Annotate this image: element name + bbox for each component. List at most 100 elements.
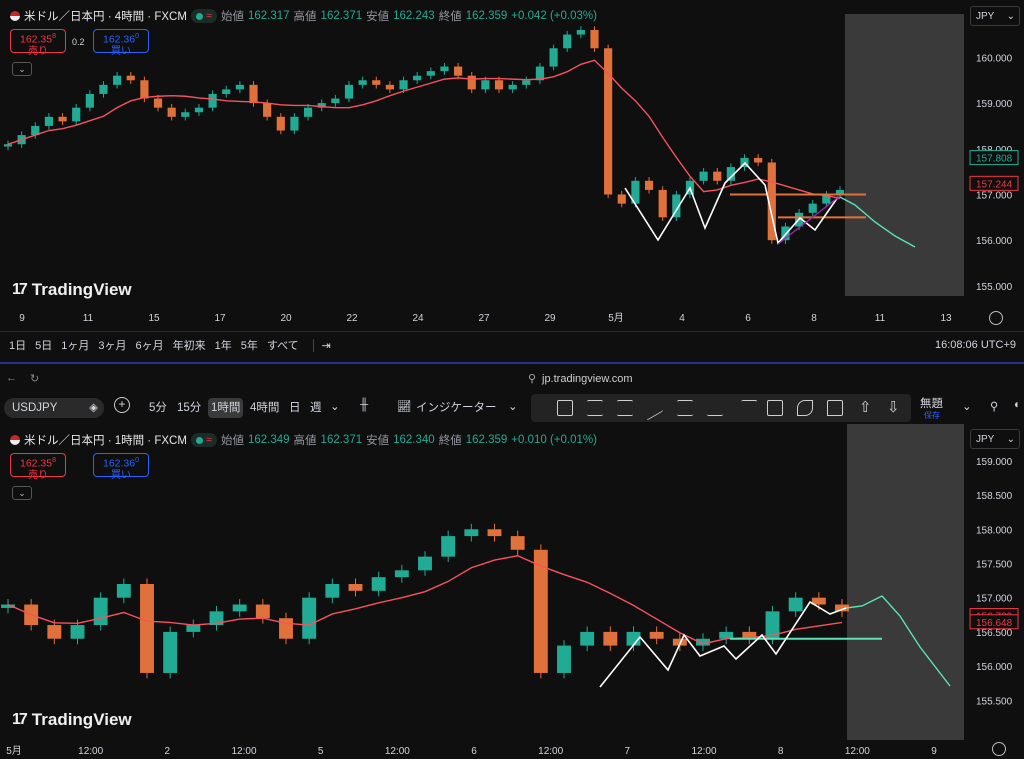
range-1m[interactable]: 1ヶ月 (61, 337, 89, 353)
top-status-pill[interactable]: ≈ (190, 9, 217, 23)
range-1y[interactable]: 1年 (215, 337, 232, 353)
bottom-collapse-button[interactable]: ⌄ (12, 486, 32, 500)
interval-4h[interactable]: 4時間 (250, 399, 279, 415)
arrow-down-tool-icon[interactable]: ⇩ (887, 398, 900, 416)
top-sell-button[interactable]: 162.358 売り (10, 29, 66, 57)
high-label: 高値 (293, 11, 317, 23)
sell-label-2: 売り (28, 469, 48, 481)
top-currency-select[interactable]: JPY ⌄ (970, 6, 1020, 26)
bottom-chart-canvas[interactable]: 159.000 158.500 158.000 157.500 157.000 156.5… (0, 424, 1024, 759)
range-3m[interactable]: 3ヶ月 (98, 337, 126, 353)
range-6m[interactable]: 6ヶ月 (136, 337, 164, 353)
site-info-icon[interactable]: ⚲ (528, 372, 536, 385)
time-tick-label: 6 (471, 746, 477, 757)
time-tick-label: 12:00 (78, 746, 103, 757)
crosshair-tool-icon[interactable] (557, 400, 573, 416)
range-1d[interactable]: 1日 (9, 337, 26, 353)
bottom-legend: 米ドル／日本円 · 1時間 · FXCM ≈ 始値 162.349 高値 162.3… (10, 432, 597, 448)
interval-1d[interactable]: 日 (289, 399, 301, 415)
back-arrow-icon[interactable]: ← (6, 372, 17, 384)
candle-body (467, 75, 476, 90)
search-icon[interactable]: ⚲ (990, 399, 998, 413)
arrow-up-tool-icon[interactable]: ⇧ (859, 398, 872, 416)
interval-1h[interactable]: 1時間 (208, 398, 244, 418)
range-5d[interactable]: 5日 (35, 337, 52, 353)
go-to-date-icon[interactable]: ⇥ (312, 338, 331, 352)
candle-body (276, 116, 285, 131)
top-buy-button[interactable]: 162.360 買い (93, 29, 149, 57)
wave-icon-2: ≈ (205, 434, 212, 446)
candle-body (372, 80, 381, 85)
rectangle-tool-icon[interactable] (767, 400, 783, 416)
pattern-tool-icon[interactable] (732, 400, 758, 416)
candle-body (603, 631, 618, 646)
close-value: 162.359 (465, 10, 508, 22)
symbol-search-button[interactable]: USDJPY ◈ (4, 398, 104, 418)
time-tick-label: 11 (83, 313, 94, 324)
clock-readout[interactable]: 16:08:06 UTC+9 (935, 339, 1016, 351)
candle-style-icon[interactable]: ╫ (360, 399, 368, 411)
price-tick-label: 156.500 (976, 628, 1013, 639)
time-tick-label: 12:00 (691, 746, 716, 757)
candle-body (454, 66, 463, 76)
url-text[interactable]: jp.tradingview.com (542, 373, 633, 385)
candle-body (116, 584, 131, 598)
price-tag-label: 157.244 (976, 179, 1013, 190)
candle-body (194, 107, 204, 113)
layout-dropdown-icon[interactable]: ⌄ (962, 399, 972, 413)
top-settings-gear-icon[interactable] (989, 311, 1003, 325)
bottom-symbol-title[interactable]: 米ドル／日本円 · 1時間 · FXCM (24, 432, 187, 448)
indicators-button[interactable]: インジケーター (416, 399, 497, 415)
interval-1w[interactable]: 週 (310, 399, 322, 415)
top-chart-panel: 160.000159.000158.000157.000156.000155.0… (0, 0, 1024, 362)
tradingview-logo-icon-2: 17 (12, 711, 28, 728)
top-collapse-button[interactable]: ⌄ (12, 62, 32, 76)
candle-body (788, 597, 803, 612)
interval-5m[interactable]: 5分 (149, 399, 167, 415)
fib-tool-icon[interactable] (707, 400, 723, 416)
candle-body (413, 75, 422, 81)
candle-body (290, 116, 299, 131)
range-all[interactable]: すべて (267, 337, 299, 353)
bottom-status-pill[interactable]: ≈ (190, 433, 217, 447)
trend-line-tool-icon[interactable] (647, 395, 663, 421)
brush-tool-icon[interactable] (797, 400, 813, 416)
comment-tool-icon[interactable] (827, 400, 843, 416)
candle-body (699, 171, 708, 181)
add-symbol-icon[interactable]: + (114, 397, 130, 413)
price-tick-label: 160.000 (976, 53, 1013, 64)
top-chart-canvas[interactable]: 160.000159.000158.000157.000156.000155.0… (0, 0, 1024, 330)
indicators-icon[interactable]: 📈︎ (397, 399, 412, 413)
horizontal-line-tool-icon[interactable] (587, 400, 603, 416)
future-zone (847, 424, 964, 740)
bottom-settings-gear-icon[interactable] (992, 742, 1006, 756)
candle-body (331, 98, 340, 104)
candle-body (186, 625, 201, 632)
time-tick-label: 12:00 (538, 746, 563, 757)
price-label-tool-icon[interactable] (617, 400, 633, 416)
candle-body (140, 80, 149, 99)
candle-body (719, 631, 734, 639)
indicators-dropdown-icon[interactable]: ⌄ (508, 399, 518, 413)
browser-address-bar: ← ↻ ⚲ jp.tradingview.com (0, 362, 1024, 394)
price-tick-label: 158.500 (976, 491, 1013, 502)
buy-label: 買い (111, 45, 131, 57)
interval-15m[interactable]: 15分 (177, 399, 201, 415)
settings-icon[interactable]: ◐ (1014, 399, 1021, 411)
parallel-channel-tool-icon[interactable] (677, 400, 693, 416)
bottom-sell-button[interactable]: 162.358 売り (10, 453, 66, 481)
interval-dropdown-icon[interactable]: ⌄ (330, 399, 340, 413)
layout-name[interactable]: 無題 (920, 395, 943, 411)
buy-price-sup-2: 0 (135, 457, 140, 464)
top-symbol-title[interactable]: 米ドル／日本円 · 4時間 · FXCM (24, 8, 187, 24)
candle-body (249, 84, 258, 104)
time-tick-label: 2 (165, 746, 171, 757)
bottom-currency-select[interactable]: JPY ⌄ (970, 429, 1020, 449)
change-value: +0.042 (+0.03%) (511, 10, 597, 22)
range-5y[interactable]: 5年 (241, 337, 258, 353)
bottom-buy-button[interactable]: 162.360 買い (93, 453, 149, 481)
low-value: 162.243 (393, 10, 435, 22)
candle-body (494, 80, 504, 90)
range-ytd[interactable]: 年初来 (173, 337, 206, 353)
reload-icon[interactable]: ↻ (30, 372, 39, 385)
